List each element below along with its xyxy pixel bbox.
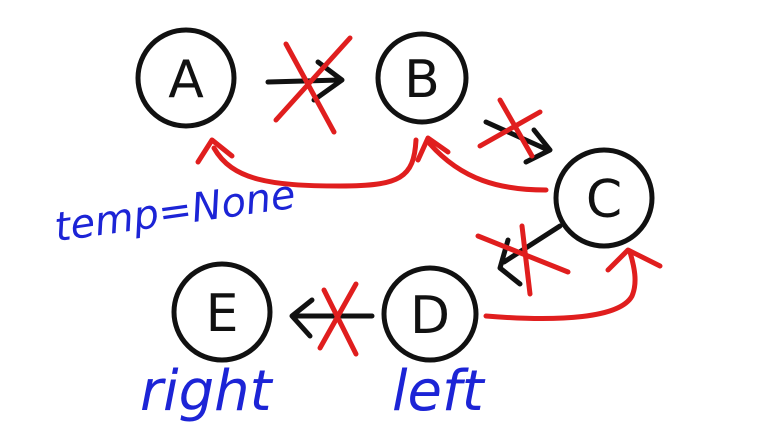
right-pointer-annotation: right <box>140 359 274 424</box>
cross-out-b-to-c <box>477 97 543 159</box>
node-d: D <box>381 265 479 363</box>
node-b-label: B <box>404 50 440 110</box>
node-b: B <box>375 31 469 125</box>
node-c-label: C <box>586 170 622 230</box>
left-pointer-annotation: left <box>392 359 486 424</box>
node-e-label: E <box>206 284 239 344</box>
cross-out-d-to-e <box>317 281 359 357</box>
node-e: E <box>171 261 273 363</box>
node-c: C <box>553 147 655 249</box>
linked-list-diagram: A B C D E temp=None right left <box>52 27 663 424</box>
temp-annotation: temp=None <box>52 172 299 251</box>
node-a-label: A <box>168 50 204 110</box>
node-d-label: D <box>410 286 450 346</box>
cross-out-c-to-d <box>475 223 571 297</box>
node-a: A <box>135 27 237 129</box>
